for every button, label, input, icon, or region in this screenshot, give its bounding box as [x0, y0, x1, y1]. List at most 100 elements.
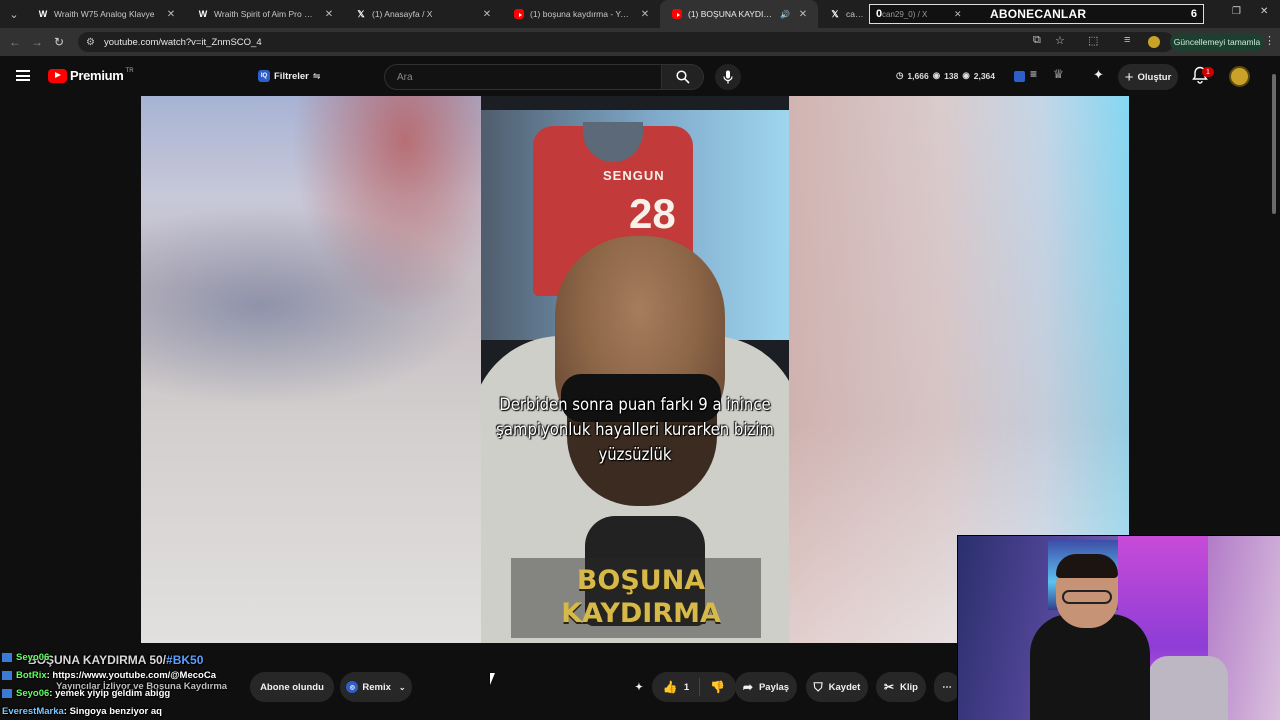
browser-tab-active[interactable]: (1) BOŞUNA KAYDIRMA 50 🔊 ✕	[660, 0, 818, 28]
thumb-up-icon[interactable]: 👍	[663, 680, 678, 694]
tab-title: Wraith W75 Analog Klavye	[54, 9, 155, 19]
remix-button[interactable]: ◎ Remix ⌄	[340, 672, 412, 702]
search-input[interactable]: Ara	[384, 64, 662, 90]
overlay-sub: can29_0) / X	[882, 9, 928, 19]
clip-button[interactable]: ✂ Klip	[876, 672, 926, 702]
webcam-person-glasses	[1062, 590, 1112, 604]
scrollbar-thumb[interactable]	[1272, 74, 1276, 214]
avatar[interactable]	[1229, 66, 1250, 87]
search-button[interactable]	[662, 64, 704, 90]
chat-user: EverestMarka	[2, 706, 64, 717]
sparkle-icon[interactable]: ✦	[1093, 67, 1104, 83]
profile-icon[interactable]	[1148, 36, 1160, 48]
site-info-icon[interactable]: ⚙	[86, 37, 98, 48]
share-icon: ➦	[742, 680, 753, 694]
close-icon[interactable]: ✕	[480, 9, 494, 20]
share-button[interactable]: ➦ Paylaş	[735, 672, 797, 702]
filters-label: Filtreler	[274, 70, 309, 82]
extension-icon[interactable]	[1014, 71, 1025, 82]
logo-region: TR	[125, 67, 134, 74]
install-icon[interactable]: ⧉	[1033, 34, 1041, 47]
logo-text: Premium	[70, 68, 124, 83]
stat-a: 1,666	[907, 70, 929, 81]
close-icon: ✕	[954, 8, 962, 19]
restore-icon[interactable]: ❐	[1232, 6, 1241, 17]
extensions-icon[interactable]: ⬚	[1088, 34, 1098, 47]
close-icon[interactable]: ✕	[164, 9, 178, 20]
video-watermark: BOŞUNA KAYDIRMA	[541, 564, 741, 630]
browser-tab[interactable]: W Wraith Spirit of Aim Pro Mouse ✕	[186, 0, 344, 28]
jersey-number: 28	[629, 190, 676, 237]
youtube-logo[interactable]: Premium TR	[48, 68, 134, 83]
close-icon[interactable]: ✕	[322, 9, 336, 20]
sliders-icon: ⇋	[312, 70, 321, 81]
forward-icon[interactable]: →	[26, 35, 48, 49]
reload-icon[interactable]: ↻	[48, 35, 70, 49]
back-icon[interactable]: ←	[4, 35, 26, 49]
plus-icon: +	[1124, 68, 1134, 86]
update-button[interactable]: Güncellemeyi tamamla	[1170, 33, 1264, 51]
subscribed-label: Abone olundu	[260, 681, 324, 693]
browser-tab[interactable]: 𝕏 (1) Anasayfa / X ✕	[344, 0, 502, 28]
twitch-icon	[2, 670, 12, 680]
tab-title: can29_0	[846, 9, 864, 19]
sparkle-icon: ✦	[635, 681, 643, 693]
stat-b: 138	[944, 70, 959, 81]
tab-title: (1) BOŞUNA KAYDIRMA 50	[688, 9, 777, 19]
remix-badge-icon: ◎	[346, 681, 359, 693]
chat-text: : https://www.youtube.com/@MecoCa	[46, 670, 216, 681]
more-vertical-icon[interactable]: ⋮	[1264, 34, 1275, 47]
more-horizontal-icon: ⋯	[942, 681, 952, 693]
eye-icon: ◉	[932, 70, 941, 80]
youtube-play-icon	[48, 68, 67, 83]
webcam-person-body	[1030, 614, 1150, 720]
filters-button[interactable]: IQ Filtreler ⇋	[258, 66, 320, 86]
speaker-icon[interactable]: 🔊	[780, 10, 790, 19]
tab-title: (1) boşuna kaydırma - YouTube	[530, 9, 632, 19]
blurred-backdrop-left	[141, 96, 481, 643]
video-frame[interactable]: SENGUN 28 Derbiden sonra puan farkı 9 a …	[481, 96, 789, 643]
menu-icon[interactable]	[16, 70, 30, 81]
clock-icon: ◷	[896, 70, 904, 80]
stream-chat-overlay: BOŞUNA KAYDIRMA 50/#BK50 Yayıncılar İzli…	[0, 650, 240, 720]
w-icon: W	[198, 9, 208, 19]
search-icon	[675, 70, 690, 84]
sparkle-button[interactable]: ✦	[628, 672, 650, 702]
twitch-icon	[2, 688, 12, 698]
create-button[interactable]: + Oluştur	[1118, 64, 1178, 90]
chat-user: Seyo06	[16, 688, 50, 699]
eye-icon: ◉	[962, 70, 970, 80]
save-label: Kaydet	[828, 681, 861, 693]
thumb-down-icon[interactable]: 👎	[710, 680, 725, 694]
overlay-title: ABONECANLAR	[990, 7, 1087, 21]
trophy-icon[interactable]: ♕	[1053, 67, 1064, 81]
webcam-person-hair	[1056, 554, 1118, 578]
jersey-name: SENGUN	[603, 168, 665, 183]
list-icon[interactable]: ≡	[1030, 67, 1037, 81]
tab-title: (1) Anasayfa / X	[372, 9, 433, 19]
mouse-cursor	[490, 673, 495, 685]
divider	[699, 678, 701, 696]
url-field[interactable]: ⚙ youtube.com/watch?v=it_ZnmSCO_4	[78, 32, 1174, 52]
address-bar: ← → ↻ ⚙ youtube.com/watch?v=it_ZnmSCO_4 …	[0, 28, 1280, 56]
stat-c: 2,364	[973, 70, 996, 81]
chat-user: Seyo06	[16, 652, 50, 663]
share-label: Paylaş	[758, 681, 790, 693]
save-button[interactable]: ⛉ Kaydet	[806, 672, 868, 702]
browser-tab[interactable]: 𝕏 can29_0	[818, 0, 864, 28]
close-icon[interactable]: ✕	[796, 9, 810, 20]
browser-tab[interactable]: W Wraith W75 Analog Klavye ✕	[26, 0, 186, 28]
reading-list-icon[interactable]: ≡	[1124, 34, 1130, 46]
close-icon[interactable]: ✕	[1260, 6, 1268, 17]
chevron-down-icon: ⌄	[398, 682, 406, 692]
browser-tab[interactable]: (1) boşuna kaydırma - YouTube ✕	[502, 0, 660, 28]
search-placeholder: Ara	[397, 71, 413, 83]
close-icon[interactable]: ✕	[638, 9, 652, 20]
bookmark-star-icon[interactable]: ☆	[1055, 34, 1065, 47]
chat-line: BotRix: https://www.youtube.com/@MecoCa	[2, 670, 216, 681]
tab-search-chevron-icon[interactable]: ⌄	[2, 4, 26, 24]
subscribed-button[interactable]: Abone olundu	[250, 672, 334, 702]
remix-label: Remix	[362, 681, 391, 693]
chat-line: Seyo06: yemek yiyip geldim abigg	[2, 688, 170, 699]
voice-search-button[interactable]	[715, 64, 741, 90]
